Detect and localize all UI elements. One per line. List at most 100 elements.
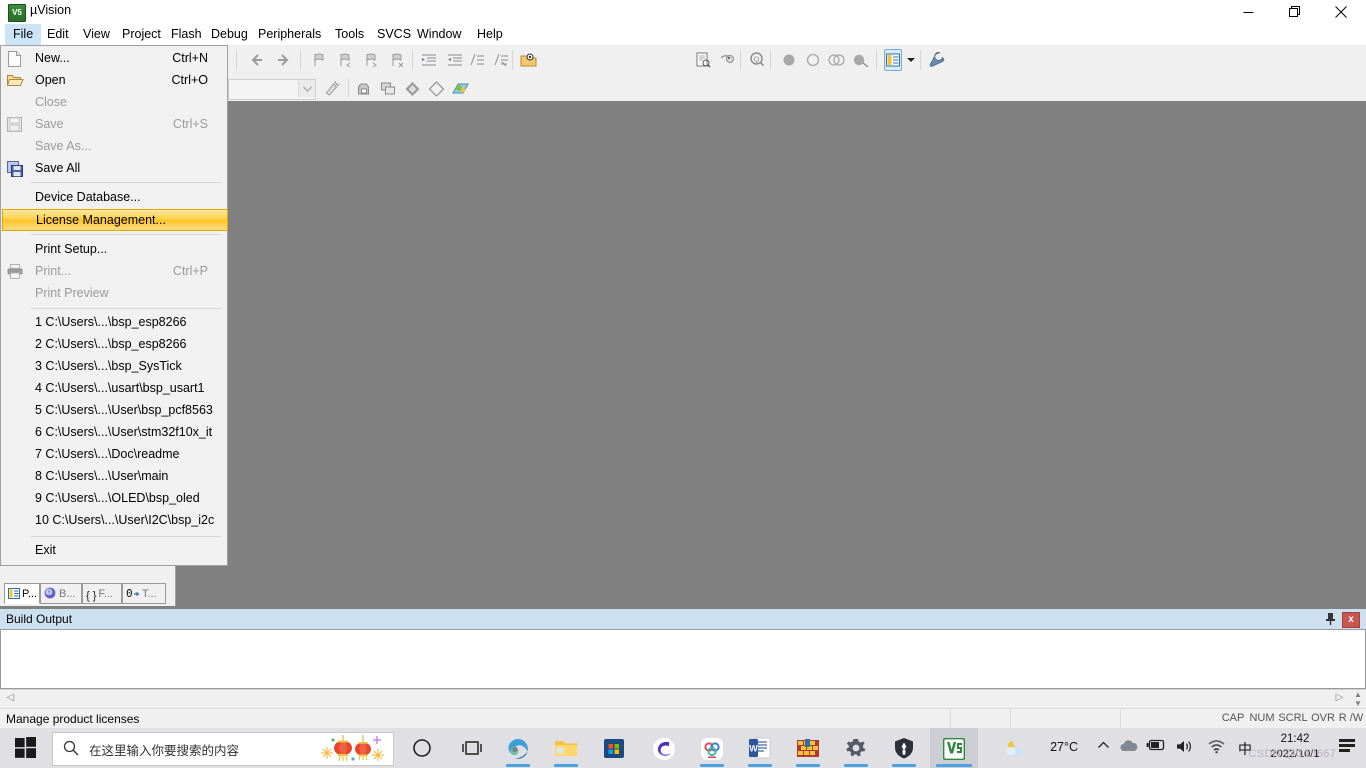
menu-item-open-label: Open [35, 73, 66, 87]
menu-item-device-database-label: Device Database... [35, 190, 141, 204]
navigate-back-button[interactable] [246, 49, 268, 71]
pin-icon[interactable] [1324, 612, 1338, 626]
rebuild-all-button[interactable] [378, 78, 400, 100]
word-icon[interactable]: W [736, 728, 784, 768]
close-button[interactable] [1318, 0, 1364, 24]
breakpoint-toggle-button[interactable] [802, 49, 824, 71]
options-for-target-icon[interactable] [450, 78, 472, 100]
find-next-button[interactable] [692, 49, 714, 71]
recent-file-8[interactable]: 8 C:\Users\...\User\main [2, 466, 228, 488]
recent-file-10[interactable]: 10 C:\Users\...\User\I2C\bsp_i2c [2, 510, 228, 532]
wifi-icon[interactable] [1207, 739, 1226, 757]
cortana-icon[interactable] [398, 728, 446, 768]
recent-file-1[interactable]: 1 C:\Users\...\bsp_esp8266 [2, 312, 228, 334]
build-output-title: Build Output [6, 612, 73, 626]
menu-debug[interactable]: Debug [203, 24, 256, 45]
build-output-hscrollbar[interactable]: ◁ ▷ ▲ ▼ [0, 689, 1366, 708]
project-panel-tabs: P... ? B... { } F... 0 T... [0, 583, 175, 605]
scroll-down-icon[interactable]: ▼ [1350, 699, 1366, 708]
recent-file-9[interactable]: 9 C:\Users\...\OLED\bsp_oled [2, 488, 228, 510]
file-explorer-icon[interactable] [542, 728, 590, 768]
build-output-text[interactable] [0, 629, 1366, 689]
recent-file-4[interactable]: 4 C:\Users\...\usart\bsp_usart1 [2, 378, 228, 400]
microsoft-store-icon[interactable] [590, 728, 638, 768]
recent-file-10-label: 10 C:\Users\...\User\I2C\bsp_i2c [35, 513, 215, 527]
project-window-dropdown-icon[interactable] [904, 49, 918, 71]
recent-file-2[interactable]: 2 C:\Users\...\bsp_esp8266 [2, 334, 228, 356]
onedrive-icon[interactable] [1119, 739, 1138, 756]
templates-icon: 0 [126, 586, 140, 606]
weather-temperature[interactable]: 27°C [1050, 740, 1078, 754]
menu-window[interactable]: Window [409, 24, 469, 45]
tab-books[interactable]: ? B... [40, 583, 82, 604]
maximize-button[interactable] [1272, 0, 1318, 24]
menu-item-save-all[interactable]: Save All [2, 158, 228, 180]
keil-uvision-icon[interactable] [930, 728, 978, 768]
zoom-search-button[interactable]: Q [746, 49, 768, 71]
comment-lines-button[interactable] [466, 49, 488, 71]
close-panel-button[interactable]: x [1342, 612, 1360, 628]
menu-view[interactable]: View [75, 24, 118, 45]
target-select-combo[interactable] [228, 79, 316, 100]
menu-item-license-management[interactable]: License Management... [2, 209, 228, 231]
tab-functions[interactable]: { } F... [82, 583, 122, 604]
edge-icon[interactable] [494, 728, 542, 768]
menu-item-print-setup[interactable]: Print Setup... [2, 239, 228, 261]
bookmark-clear-button[interactable] [386, 49, 408, 71]
partly-cloudy-night-icon[interactable] [1003, 739, 1027, 762]
tab-project[interactable]: P... [4, 583, 40, 604]
indent-increase-button[interactable] [418, 49, 440, 71]
chevron-down-icon[interactable] [298, 80, 315, 97]
find-in-files-icon[interactable] [518, 49, 540, 71]
find-in-project-button[interactable] [716, 49, 738, 71]
project-window-toggle-icon[interactable] [884, 49, 902, 71]
menu-file[interactable]: File [5, 24, 42, 45]
recent-file-2-label: 2 C:\Users\...\bsp_esp8266 [35, 337, 187, 351]
battery-icon[interactable] [1146, 739, 1166, 754]
watermark: CSDN @C15667 [1248, 748, 1336, 760]
recent-file-7[interactable]: 7 C:\Users\...\Doc\readme [2, 444, 228, 466]
scroll-right-icon[interactable]: ▷ [1331, 690, 1348, 707]
search-input[interactable]: 在这里输入你要搜索的内容 [52, 732, 394, 766]
sogou-browser-icon[interactable] [640, 728, 688, 768]
scroll-left-icon[interactable]: ◁ [2, 690, 19, 707]
settings-icon[interactable] [832, 728, 880, 768]
recent-file-6[interactable]: 6 C:\Users\...\User\stm32f10x_it [2, 422, 228, 444]
show-hidden-icons[interactable] [1097, 739, 1110, 755]
navigate-forward-button[interactable] [272, 49, 294, 71]
breakpoint-kill-all-button[interactable] [850, 49, 872, 71]
stop-build-button[interactable] [426, 78, 448, 100]
recent-file-5[interactable]: 5 C:\Users\...\User\bsp_pcf8563 [2, 400, 228, 422]
menu-item-device-database[interactable]: Device Database... [2, 187, 228, 209]
menu-edit[interactable]: Edit [39, 24, 77, 45]
minimize-button[interactable] [1226, 0, 1272, 24]
manage-project-items-button[interactable] [322, 78, 344, 100]
action-center-icon[interactable] [1338, 737, 1362, 759]
menu-project[interactable]: Project [114, 24, 169, 45]
recent-file-3[interactable]: 3 C:\Users\...\bsp_SysTick [2, 356, 228, 378]
security-shield-icon[interactable] [880, 728, 928, 768]
configure-tools-wrench-icon[interactable] [926, 49, 948, 71]
breakpoint-disable-all-button[interactable] [826, 49, 848, 71]
breakpoint-insert-button[interactable] [778, 49, 800, 71]
build-target-button[interactable] [354, 78, 376, 100]
winrar-icon[interactable] [784, 728, 832, 768]
menu-help[interactable]: Help [469, 24, 511, 45]
menu-item-new[interactable]: New... Ctrl+N [2, 48, 228, 70]
menu-tools[interactable]: Tools [327, 24, 372, 45]
volume-icon[interactable] [1176, 739, 1194, 757]
menu-peripherals[interactable]: Peripherals [250, 24, 329, 45]
bookmark-prev-button[interactable] [334, 49, 356, 71]
indent-decrease-button[interactable] [444, 49, 466, 71]
batch-build-button[interactable] [402, 78, 424, 100]
bookmark-next-button[interactable] [360, 49, 382, 71]
tab-templates[interactable]: 0 T... [122, 583, 166, 604]
scroll-up-icon[interactable]: ▲ [1350, 690, 1366, 699]
cloud-sync-icon[interactable] [688, 728, 736, 768]
bookmark-toggle-button[interactable] [308, 49, 330, 71]
uncomment-lines-button[interactable] [490, 49, 512, 71]
start-button[interactable] [4, 728, 48, 768]
task-view-icon[interactable] [448, 728, 496, 768]
menu-item-exit[interactable]: Exit [2, 540, 228, 562]
menu-item-open[interactable]: Open Ctrl+O [2, 70, 228, 92]
